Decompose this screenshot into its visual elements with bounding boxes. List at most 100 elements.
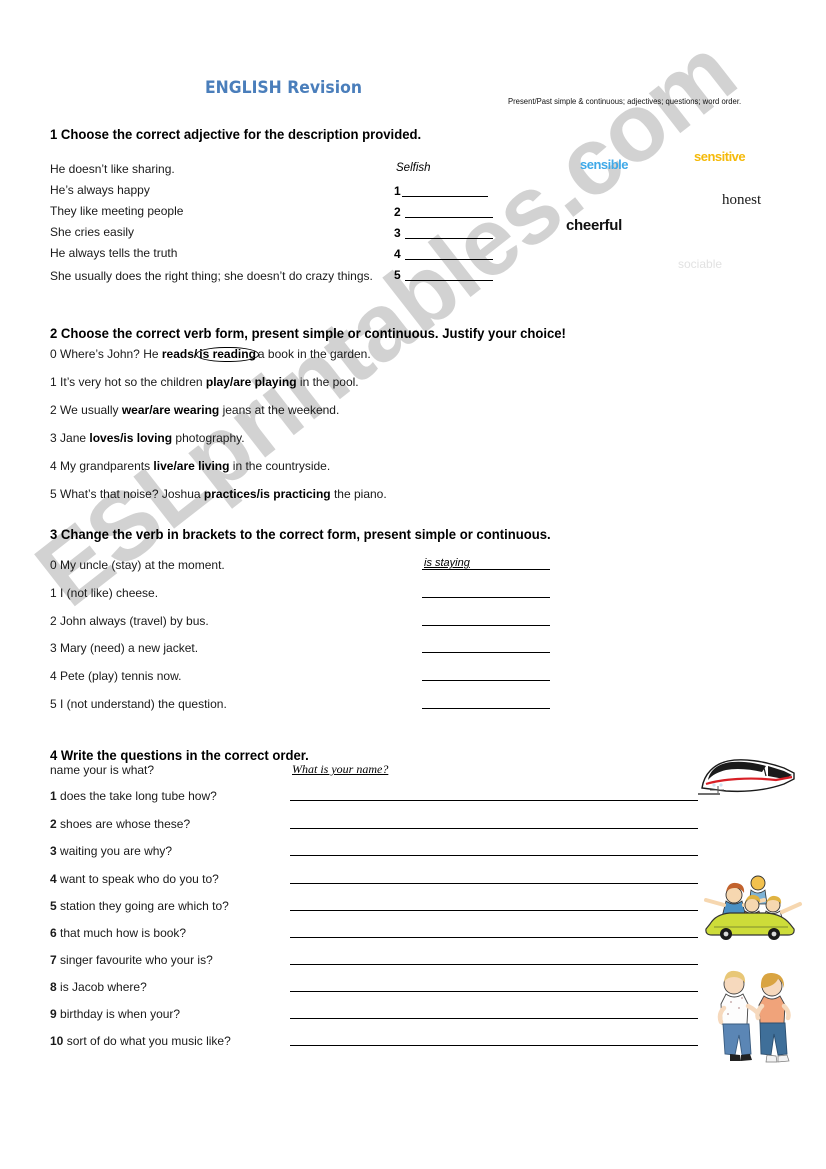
exercise1-answer-number: 2 bbox=[394, 205, 401, 219]
option-a[interactable]: loves/is loving bbox=[89, 431, 172, 445]
exercise4-answer-blank[interactable] bbox=[290, 910, 698, 911]
option-a[interactable]: play/are playing bbox=[206, 375, 297, 389]
item-text: shoes are whose these? bbox=[60, 817, 191, 831]
exercise4-answer-blank[interactable] bbox=[290, 855, 698, 856]
car-illustration bbox=[704, 875, 802, 940]
exercise4-heading: 4 Write the questions in the correct ord… bbox=[50, 748, 309, 763]
exercise1-answer-blank[interactable] bbox=[402, 196, 488, 197]
item-text-pre: What’s that noise? Joshua bbox=[60, 487, 204, 501]
exercise1-prompt: He doesn’t like sharing. bbox=[50, 162, 175, 176]
item-text: sort of do what you music like? bbox=[66, 1034, 231, 1048]
exercise4-answer-blank[interactable] bbox=[290, 991, 698, 992]
exercise1-heading: 1 Choose the correct adjective for the d… bbox=[50, 127, 422, 142]
exercise3-item: 1 I (not like) cheese. bbox=[50, 586, 159, 600]
exercise4-answer-blank[interactable] bbox=[290, 964, 698, 965]
exercise1-answer-number: 3 bbox=[394, 226, 401, 240]
train-illustration bbox=[698, 759, 795, 795]
item-number: 10 bbox=[50, 1034, 64, 1048]
item-text: singer favourite who your is? bbox=[60, 953, 213, 967]
exercise4-answer-blank[interactable] bbox=[290, 800, 698, 801]
exercise3-heading: 3 Change the verb in brackets to the cor… bbox=[50, 527, 551, 542]
item-number: 1 bbox=[50, 789, 57, 803]
item-number: 7 bbox=[50, 953, 57, 967]
item-text-pre: Where’s John? He bbox=[60, 347, 162, 361]
option-a[interactable]: live/are living bbox=[153, 459, 229, 473]
exercise4-item: 3 waiting you are why? bbox=[50, 844, 172, 858]
item-text-post: a book in the garden. bbox=[257, 347, 371, 361]
item-text-pre: Jane bbox=[60, 431, 90, 445]
exercise4-answer-blank[interactable] bbox=[290, 828, 698, 829]
exercise4-example-prompt: name your is what? bbox=[50, 763, 155, 777]
word-bank-item-cheerful[interactable]: cheerful bbox=[566, 217, 622, 234]
item-number: 2 bbox=[50, 817, 57, 831]
option-a[interactable]: practices/is practicing bbox=[204, 487, 331, 501]
word-bank-item-sensible[interactable]: sensible bbox=[580, 157, 629, 172]
exercise2-item: 5 What’s that noise? Joshua practices/is… bbox=[50, 487, 387, 501]
exercise3-item: 4 Pete (play) tennis now. bbox=[50, 669, 182, 683]
item-text: is Jacob where? bbox=[60, 980, 147, 994]
option-a[interactable]: wear/are wearing bbox=[122, 403, 219, 417]
item-number: 6 bbox=[50, 926, 57, 940]
item-number: 5 bbox=[50, 899, 57, 913]
item-text: waiting you are why? bbox=[60, 844, 173, 858]
item-text-pre: It’s very hot so the children bbox=[60, 375, 206, 389]
item-number: 3 bbox=[50, 431, 57, 445]
word-bank-item-sociable[interactable]: sociable bbox=[678, 257, 722, 271]
exercise3-example-answer: is staying bbox=[424, 557, 470, 569]
exercise4-item: 4 want to speak who do you to? bbox=[50, 872, 219, 886]
exercise4-answer-blank[interactable] bbox=[290, 883, 698, 884]
exercise4-answer-blank[interactable] bbox=[290, 1045, 698, 1046]
item-text-post: in the countryside. bbox=[229, 459, 331, 473]
exercise4-item: 7 singer favourite who your is? bbox=[50, 953, 213, 967]
item-number: 2 bbox=[50, 403, 57, 417]
exercise4-item: 2 shoes are whose these? bbox=[50, 817, 190, 831]
item-number: 1 bbox=[50, 375, 57, 389]
exercise1-answer-blank[interactable] bbox=[405, 259, 493, 260]
exercise3-item: 2 John always (travel) by bus. bbox=[50, 614, 209, 628]
exercise3-item: 3 Mary (need) a new jacket. bbox=[50, 641, 199, 655]
exercise4-item: 10 sort of do what you music like? bbox=[50, 1034, 231, 1048]
exercise4-answer-blank[interactable] bbox=[290, 1018, 698, 1019]
exercise4-item: 6 that much how is book? bbox=[50, 926, 186, 940]
exercise2-item: 2 We usually wear/are wearing jeans at t… bbox=[50, 403, 339, 417]
exercise3-answer-blank[interactable] bbox=[422, 652, 550, 653]
exercise2-item: 1 It’s very hot so the children play/are… bbox=[50, 375, 359, 389]
exercise4-answer-blank[interactable] bbox=[290, 937, 698, 938]
option-a[interactable]: reads/ bbox=[162, 347, 197, 361]
item-text-post: photography. bbox=[172, 431, 245, 445]
exercise1-prompt: He always tells the truth bbox=[50, 246, 178, 260]
exercise1-answer-blank[interactable] bbox=[405, 238, 493, 239]
exercise4-example-answer: What is your name? bbox=[292, 762, 389, 776]
item-number: 0 bbox=[50, 347, 57, 361]
exercise1-answer-number: 4 bbox=[394, 247, 401, 261]
exercise1-answer-blank[interactable] bbox=[405, 217, 493, 218]
item-text-post: the piano. bbox=[330, 487, 387, 501]
option-b-circled[interactable]: is reading bbox=[196, 347, 259, 362]
exercise1-example-answer: Selfish bbox=[396, 162, 431, 174]
item-number: 9 bbox=[50, 1007, 57, 1021]
exercise3-answer-blank[interactable] bbox=[422, 597, 550, 598]
exercise1-answer-blank[interactable] bbox=[405, 280, 493, 281]
exercise3-answer-blank[interactable] bbox=[422, 625, 550, 626]
exercise3-answer-blank[interactable] bbox=[422, 708, 550, 709]
item-number: 3 bbox=[50, 844, 57, 858]
item-text-pre: We usually bbox=[60, 403, 122, 417]
exercise1-answer-number: 5 bbox=[394, 268, 401, 282]
exercise3-answer-blank[interactable] bbox=[422, 569, 550, 570]
item-text: want to speak who do you to? bbox=[60, 872, 219, 886]
item-number: 4 bbox=[50, 459, 57, 473]
exercise1-prompt: They like meeting people bbox=[50, 204, 184, 218]
exercise3-item: 5 I (not understand) the question. bbox=[50, 697, 227, 711]
word-bank-item-honest[interactable]: honest bbox=[722, 192, 761, 209]
item-text: does the take long tube how? bbox=[60, 789, 217, 803]
exercise2-item: 3 Jane loves/is loving photography. bbox=[50, 431, 245, 445]
exercise3-item: 0 My uncle (stay) at the moment. bbox=[50, 558, 225, 572]
item-text-post: in the pool. bbox=[296, 375, 359, 389]
word-bank-item-sensitive[interactable]: sensitive bbox=[694, 149, 746, 164]
exercise3-answer-blank[interactable] bbox=[422, 680, 550, 681]
exercise2-item: 0 Where’s John? He reads/is reading a boo… bbox=[50, 347, 371, 362]
item-text: that much how is book? bbox=[60, 926, 187, 940]
item-number: 4 bbox=[50, 872, 57, 886]
item-text: station they going are which to? bbox=[60, 899, 229, 913]
exercise1-prompt: She usually does the right thing; she do… bbox=[50, 269, 373, 283]
